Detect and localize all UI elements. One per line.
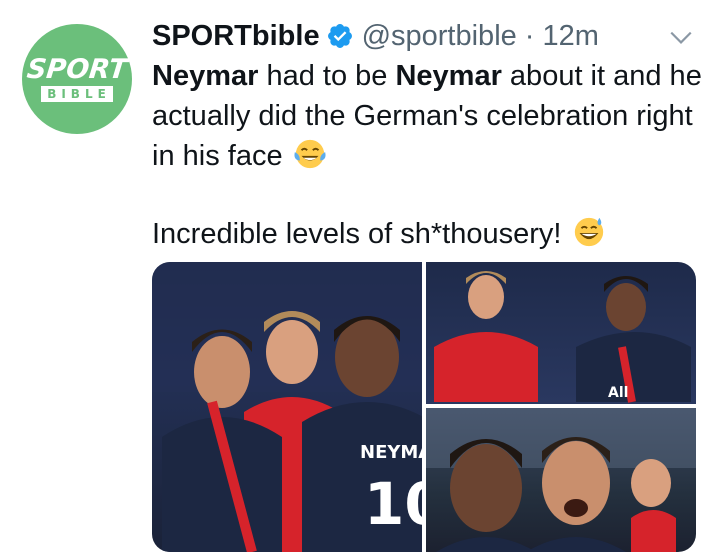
avatar[interactable]: SPORT BIBLE bbox=[22, 24, 132, 134]
jersey-number: 10 bbox=[364, 470, 422, 538]
media-photo-3[interactable] bbox=[426, 408, 696, 552]
tweet-text-line2: Incredible levels of sh*thousery! bbox=[152, 214, 712, 254]
mention-bold-1: Neymar bbox=[152, 60, 259, 92]
tweet-media-grid: NEYMAR JR 10 All bbox=[152, 262, 696, 552]
text-line-2: Incredible levels of sh*thousery! bbox=[152, 218, 562, 250]
chevron-down-icon[interactable] bbox=[668, 24, 694, 50]
media-photo-2[interactable]: All bbox=[426, 262, 696, 404]
author-handle[interactable]: @sportbible bbox=[362, 20, 517, 53]
tweet-text: Neymar had to be Neymar about it and he … bbox=[152, 56, 712, 254]
photo-3-illustration bbox=[426, 408, 696, 552]
tears-of-joy-emoji-icon bbox=[294, 139, 326, 169]
photo-1-illustration: NEYMAR JR 10 bbox=[152, 262, 422, 552]
jersey-name: NEYMAR JR bbox=[360, 442, 422, 463]
separator-dot: · bbox=[524, 19, 535, 52]
photo-2-illustration: All bbox=[434, 271, 691, 403]
avatar-logo-top: SPORT bbox=[25, 54, 129, 85]
tweet-header: SPORTbible @sportbible · 12m bbox=[152, 16, 599, 56]
tweet-timestamp[interactable]: 12m bbox=[542, 20, 598, 53]
mention-bold-2: Neymar bbox=[395, 60, 502, 92]
author-name[interactable]: SPORTbible bbox=[152, 20, 320, 53]
grinning-sweat-emoji-icon bbox=[574, 217, 603, 247]
verified-badge-icon bbox=[327, 24, 352, 48]
sponsor-text: All bbox=[608, 385, 628, 401]
avatar-logo-bottom: BIBLE bbox=[41, 86, 113, 102]
text-part-2: had to be bbox=[258, 60, 396, 92]
tweet-text-line1: Neymar had to be Neymar about it and he … bbox=[152, 56, 712, 176]
media-photo-1[interactable]: NEYMAR JR 10 bbox=[152, 262, 422, 552]
